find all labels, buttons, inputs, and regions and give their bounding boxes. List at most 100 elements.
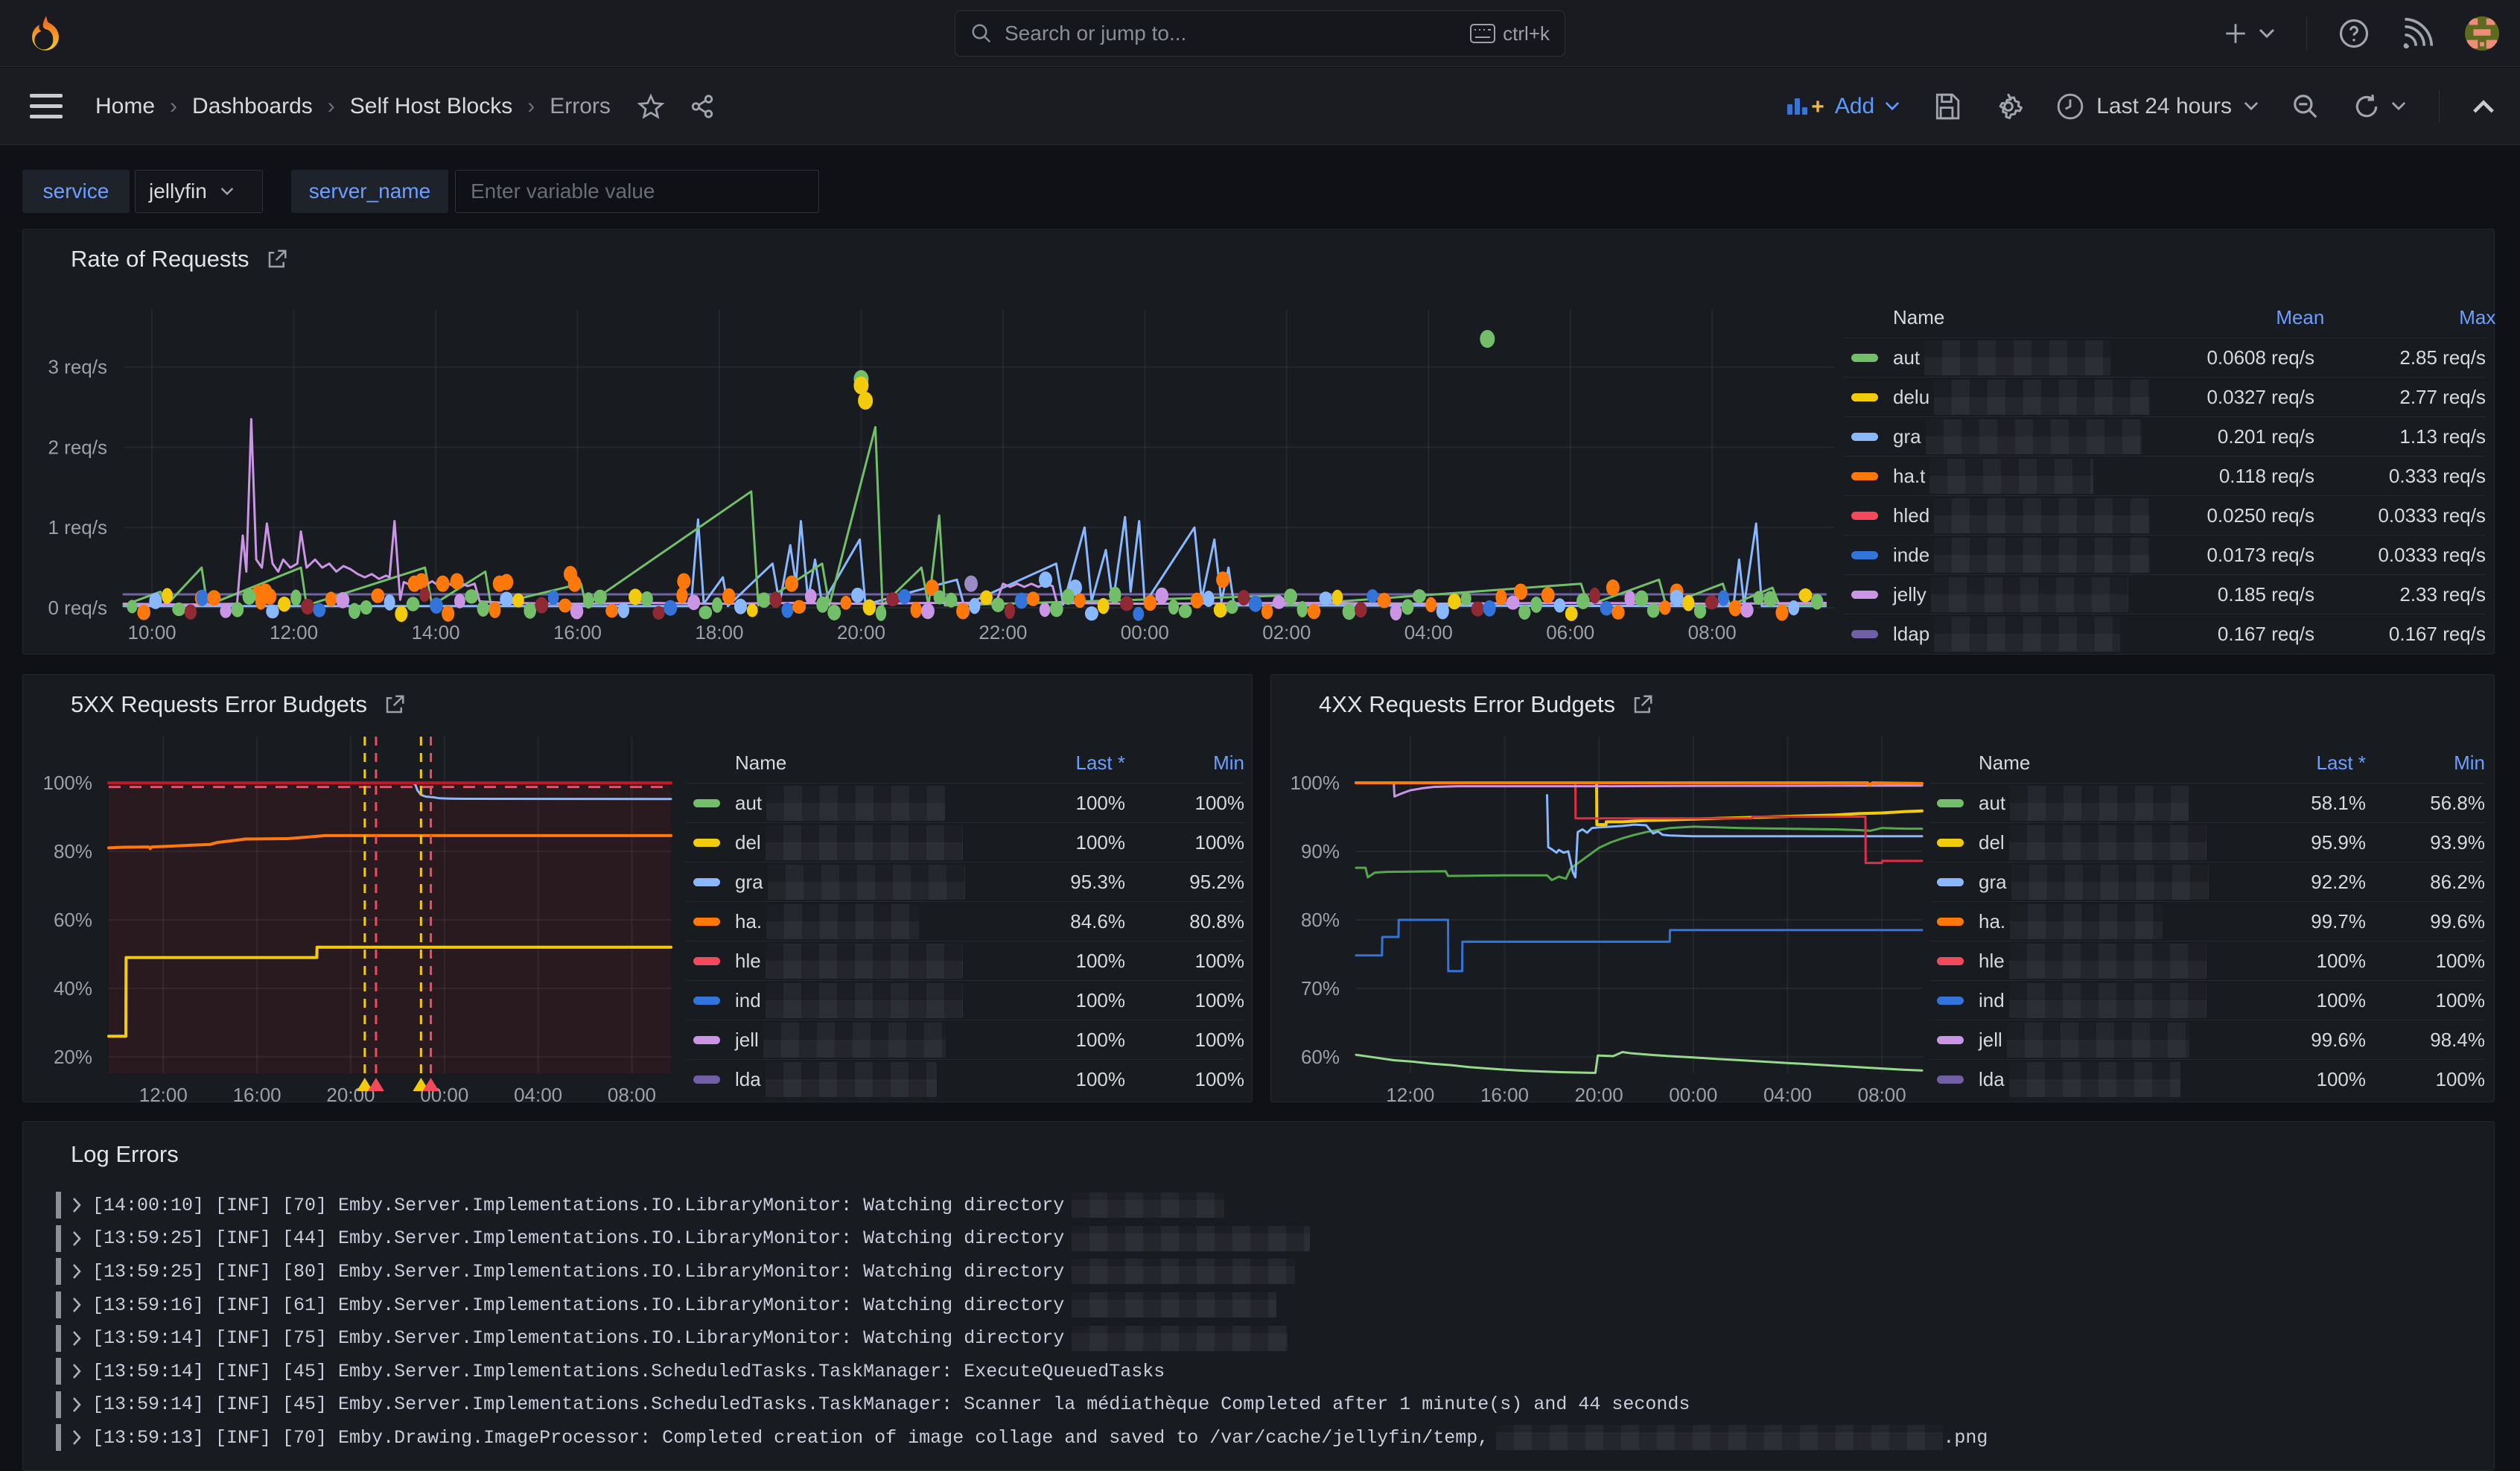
series-color-swatch xyxy=(693,1036,720,1044)
legend-row[interactable]: aut0.0608 req/s2.85 req/s xyxy=(1844,337,2486,377)
legend-row[interactable]: hle100%100% xyxy=(1929,941,2485,980)
variable-server-name-input[interactable] xyxy=(455,170,819,213)
legend-row[interactable]: inde0.0173 req/s0.0333 req/s xyxy=(1844,535,2486,574)
series-value-2: 0.333 req/s xyxy=(2314,465,2486,488)
time-range-picker[interactable]: Last 24 hours xyxy=(2056,92,2259,121)
log-row[interactable]: [13:59:25] [INF] [44] Emby.Server.Implem… xyxy=(53,1222,2472,1256)
log-row[interactable]: [13:59:25] [INF] [80] Emby.Server.Implem… xyxy=(53,1255,2472,1289)
svg-text:00:00: 00:00 xyxy=(1669,1084,1717,1106)
legend-row[interactable]: jell99.6%98.4% xyxy=(1929,1020,2485,1059)
expand-chevron-icon[interactable] xyxy=(71,1397,82,1413)
breadcrumb-dashboards[interactable]: Dashboards xyxy=(192,94,313,119)
menu-icon[interactable] xyxy=(30,94,63,118)
legend-row[interactable]: lda100%100% xyxy=(686,1059,1244,1099)
panel-title[interactable]: Rate of Requests xyxy=(71,246,288,273)
log-text: [13:59:14] [INF] [45] Emby.Server.Implem… xyxy=(92,1361,1165,1382)
legend-row[interactable]: ind100%100% xyxy=(1929,980,2485,1020)
log-row[interactable]: [14:00:10] [INF] [70] Emby.Server.Implem… xyxy=(53,1189,2472,1222)
share-icon[interactable] xyxy=(690,94,715,119)
expand-chevron-icon[interactable] xyxy=(71,1263,82,1280)
5xx-chart[interactable]: 12:0016:0020:0000:0004:0008:0020%40%60%8… xyxy=(23,731,680,1103)
log-level-bar xyxy=(56,1325,61,1352)
favorite-star-icon[interactable] xyxy=(637,93,664,120)
series-value-1: 100% xyxy=(2240,950,2366,973)
help-icon[interactable] xyxy=(2338,18,2370,49)
panel-title[interactable]: Log Errors xyxy=(71,1141,179,1168)
rate-chart[interactable]: 10:0012:0014:0016:0018:0020:0022:0000:00… xyxy=(23,300,1840,654)
legend-row[interactable]: ind100%100% xyxy=(686,980,1244,1020)
expand-chevron-icon[interactable] xyxy=(71,1429,82,1446)
chevron-down-icon xyxy=(220,187,234,196)
series-value-2: 2.33 req/s xyxy=(2314,583,2486,606)
panel-title[interactable]: 4XX Requests Error Budgets xyxy=(1319,691,1654,718)
shortcut-hint: ctrl+k xyxy=(1470,22,1550,45)
expand-chevron-icon[interactable] xyxy=(71,1230,82,1247)
refresh-button[interactable] xyxy=(2352,92,2406,121)
series-name: jelly xyxy=(1893,583,1926,606)
external-link-icon[interactable] xyxy=(1632,693,1654,716)
legend-row[interactable]: hled0.0250 req/s0.0333 req/s xyxy=(1844,495,2486,535)
log-row[interactable]: [13:59:13] [INF] [70] Emby.Drawing.Image… xyxy=(53,1421,2472,1455)
redacted-text xyxy=(1072,1226,1310,1251)
settings-gear-icon[interactable] xyxy=(1994,92,2023,121)
legend-row[interactable]: ha.t0.118 req/s0.333 req/s xyxy=(1844,456,2486,495)
legend-row[interactable]: del100%100% xyxy=(686,822,1244,862)
external-link-icon[interactable] xyxy=(266,248,288,270)
legend-row[interactable]: hle100%100% xyxy=(686,941,1244,980)
expand-chevron-icon[interactable] xyxy=(71,1330,82,1347)
series-color-swatch xyxy=(1937,839,1964,847)
external-link-icon[interactable] xyxy=(384,693,406,716)
expand-chevron-icon[interactable] xyxy=(71,1297,82,1313)
legend-row[interactable]: gra92.2%86.2% xyxy=(1929,862,2485,901)
series-name: ha. xyxy=(735,910,762,933)
legend-row[interactable]: ha.99.7%99.6% xyxy=(1929,901,2485,941)
news-icon[interactable] xyxy=(2401,17,2434,50)
legend-row[interactable]: ldap0.167 req/s0.167 req/s xyxy=(1844,614,2486,653)
legend-row[interactable]: jell100%100% xyxy=(686,1020,1244,1059)
series-value-2: 100% xyxy=(1125,1029,1244,1052)
log-row[interactable]: [13:59:14] [INF] [75] Emby.Server.Implem… xyxy=(53,1321,2472,1355)
redacted-text xyxy=(1931,577,2128,612)
series-color-swatch xyxy=(693,997,720,1005)
expand-chevron-icon[interactable] xyxy=(71,1363,82,1379)
redacted-text xyxy=(1929,459,2093,494)
save-icon[interactable] xyxy=(1932,92,1961,121)
log-row[interactable]: [13:59:14] [INF] [45] Emby.Server.Implem… xyxy=(53,1388,2472,1422)
expand-chevron-icon[interactable] xyxy=(71,1197,82,1213)
add-panel-icon: + xyxy=(1787,98,1824,115)
series-value-2: 100% xyxy=(1125,831,1244,854)
collapse-up-icon[interactable] xyxy=(2472,99,2495,114)
add-button[interactable]: + Add xyxy=(1787,94,1900,119)
legend-row[interactable]: gra0.201 req/s1.13 req/s xyxy=(1844,416,2486,456)
grafana-logo-icon[interactable] xyxy=(27,15,64,52)
search-input[interactable]: Search or jump to... ctrl+k xyxy=(955,10,1565,57)
zoom-out-icon[interactable] xyxy=(2291,92,2320,121)
legend-row[interactable]: ha.84.6%80.8% xyxy=(686,901,1244,941)
search-placeholder: Search or jump to... xyxy=(1005,22,1470,45)
variable-service-select[interactable]: jellyfin xyxy=(135,170,263,213)
avatar[interactable] xyxy=(2465,16,2499,51)
legend-row[interactable]: aut58.1%56.8% xyxy=(1929,783,2485,822)
breadcrumb-folder[interactable]: Self Host Blocks xyxy=(350,94,512,119)
svg-text:16:00: 16:00 xyxy=(553,621,602,644)
legend-row[interactable]: del95.9%93.9% xyxy=(1929,822,2485,862)
legend-row[interactable]: gra95.3%95.2% xyxy=(686,862,1244,901)
svg-text:04:00: 04:00 xyxy=(514,1084,562,1106)
refresh-icon xyxy=(2352,92,2381,121)
legend-row[interactable]: lda100%100% xyxy=(1929,1059,2485,1099)
svg-text:80%: 80% xyxy=(54,840,92,862)
4xx-chart[interactable]: 12:0016:0020:0000:0004:0008:0060%70%80%9… xyxy=(1271,731,1928,1103)
breadcrumb-home[interactable]: Home xyxy=(95,94,155,119)
legend-row[interactable]: aut100%100% xyxy=(686,783,1244,822)
series-value-2: 98.4% xyxy=(2366,1029,2485,1052)
legend-row[interactable]: delu0.0327 req/s2.77 req/s xyxy=(1844,377,2486,416)
panel-title[interactable]: 5XX Requests Error Budgets xyxy=(71,691,406,718)
series-value-2: 100% xyxy=(1125,792,1244,815)
new-button[interactable] xyxy=(2223,21,2275,46)
log-row[interactable]: [13:59:16] [INF] [61] Emby.Server.Implem… xyxy=(53,1289,2472,1322)
svg-text:04:00: 04:00 xyxy=(1404,621,1453,644)
legend-row[interactable]: jelly0.185 req/s2.33 req/s xyxy=(1844,574,2486,614)
series-value-2: 100% xyxy=(2366,1068,2485,1091)
log-row[interactable]: [13:59:14] [INF] [45] Emby.Server.Implem… xyxy=(53,1355,2472,1388)
log-level-bar xyxy=(56,1192,61,1219)
